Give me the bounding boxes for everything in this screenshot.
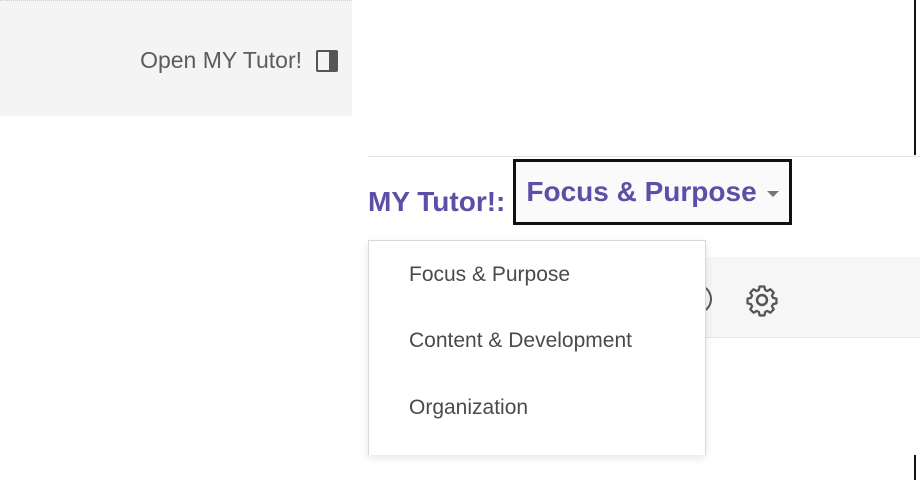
dropdown-item-content-development[interactable]: Content & Development xyxy=(409,329,632,353)
tutor-title: MY Tutor!: xyxy=(368,185,506,217)
open-tutor-button[interactable]: Open MY Tutor! xyxy=(140,47,338,74)
topic-select[interactable]: Focus & Purpose xyxy=(513,159,792,225)
open-tutor-label: Open MY Tutor! xyxy=(140,47,302,73)
dropdown-item-organization[interactable]: Organization xyxy=(409,396,528,420)
tutor-header: MY Tutor!: Focus & Purpose xyxy=(368,159,792,225)
header-divider xyxy=(368,156,920,157)
topic-dropdown-menu: Focus & Purpose Content & Development Or… xyxy=(368,240,706,455)
panel-icon xyxy=(316,49,338,72)
chevron-down-icon xyxy=(766,191,779,197)
open-tutor-panel: Open MY Tutor! xyxy=(0,0,352,116)
dropdown-item-focus-purpose[interactable]: Focus & Purpose xyxy=(409,263,570,287)
window-edge xyxy=(914,455,916,480)
selected-topic: Focus & Purpose xyxy=(526,176,757,207)
window-edge xyxy=(914,0,916,155)
gear-icon[interactable] xyxy=(745,283,779,317)
